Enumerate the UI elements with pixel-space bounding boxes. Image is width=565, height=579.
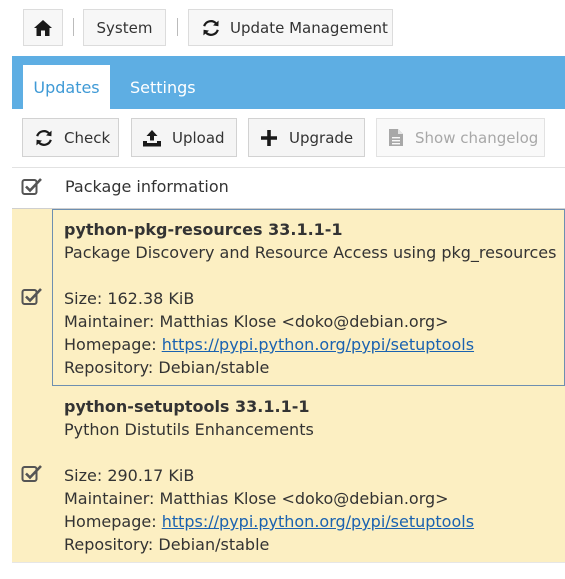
package-repository: Repository: Debian/stable: [64, 535, 270, 554]
tab-updates[interactable]: Updates: [23, 65, 110, 109]
table-bottom-border: [12, 562, 565, 563]
breadcrumb-system[interactable]: System: [83, 9, 166, 46]
tab-updates-label: Updates: [33, 77, 100, 97]
package-information-header: Package information: [65, 177, 229, 196]
breadcrumb-update-management-label: Update Management: [230, 18, 388, 37]
homepage-link[interactable]: https://pypi.python.org/pypi/setuptools: [162, 512, 474, 531]
select-all-checkbox[interactable]: [21, 177, 43, 197]
upload-icon: [143, 129, 161, 146]
package-size: Size: 162.38 KiB: [64, 289, 195, 308]
upgrade-button[interactable]: Upgrade: [248, 118, 365, 157]
package-name: python-pkg-resources 33.1.1-1: [64, 220, 343, 239]
package-maintainer: Maintainer: Matthias Klose <doko@debian.…: [64, 312, 449, 331]
table-row[interactable]: python-setuptools 33.1.1-1 Python Distut…: [12, 386, 565, 562]
tab-settings[interactable]: Settings: [130, 65, 196, 109]
home-button[interactable]: [23, 9, 63, 46]
document-icon: [389, 129, 403, 146]
package-name: python-setuptools 33.1.1-1: [64, 397, 310, 416]
check-button-label: Check: [64, 128, 111, 147]
refresh-icon: [203, 19, 219, 36]
check-button[interactable]: Check: [22, 118, 119, 157]
breadcrumb-system-label: System: [96, 18, 153, 37]
plus-icon: [261, 129, 277, 146]
row-checkbox[interactable]: [21, 287, 43, 307]
tab-settings-label: Settings: [130, 77, 196, 97]
breadcrumb-separator: [177, 18, 178, 36]
package-maintainer: Maintainer: Matthias Klose <doko@debian.…: [64, 489, 449, 508]
homepage-link[interactable]: https://pypi.python.org/pypi/setuptools: [162, 335, 474, 354]
package-description: Python Distutils Enhancements: [64, 420, 314, 439]
table-header: Package information: [12, 167, 565, 210]
row-checkbox[interactable]: [21, 464, 43, 484]
refresh-icon: [36, 129, 52, 146]
package-info: python-pkg-resources 33.1.1-1 Package Di…: [52, 209, 565, 386]
package-size: Size: 290.17 KiB: [64, 466, 195, 485]
package-description: Package Discovery and Resource Access us…: [64, 243, 557, 262]
homepage-label: Homepage:: [64, 512, 162, 531]
breadcrumb-update-management[interactable]: Update Management: [188, 9, 393, 46]
package-homepage: Homepage: https://pypi.python.org/pypi/s…: [64, 510, 565, 533]
home-icon: [34, 19, 52, 36]
show-changelog-button-label: Show changelog: [415, 128, 539, 147]
package-repository: Repository: Debian/stable: [64, 358, 270, 377]
breadcrumb-separator: [73, 18, 74, 36]
upload-button-label: Upload: [172, 128, 225, 147]
package-homepage: Homepage: https://pypi.python.org/pypi/s…: [64, 333, 564, 356]
tab-bar: Updates Settings: [12, 56, 565, 109]
upload-button[interactable]: Upload: [131, 118, 237, 157]
package-info: python-setuptools 33.1.1-1 Python Distut…: [52, 386, 565, 562]
upgrade-button-label: Upgrade: [289, 128, 354, 147]
homepage-label: Homepage:: [64, 335, 162, 354]
table-row[interactable]: python-pkg-resources 33.1.1-1 Package Di…: [12, 209, 565, 386]
show-changelog-button[interactable]: Show changelog: [376, 118, 545, 157]
